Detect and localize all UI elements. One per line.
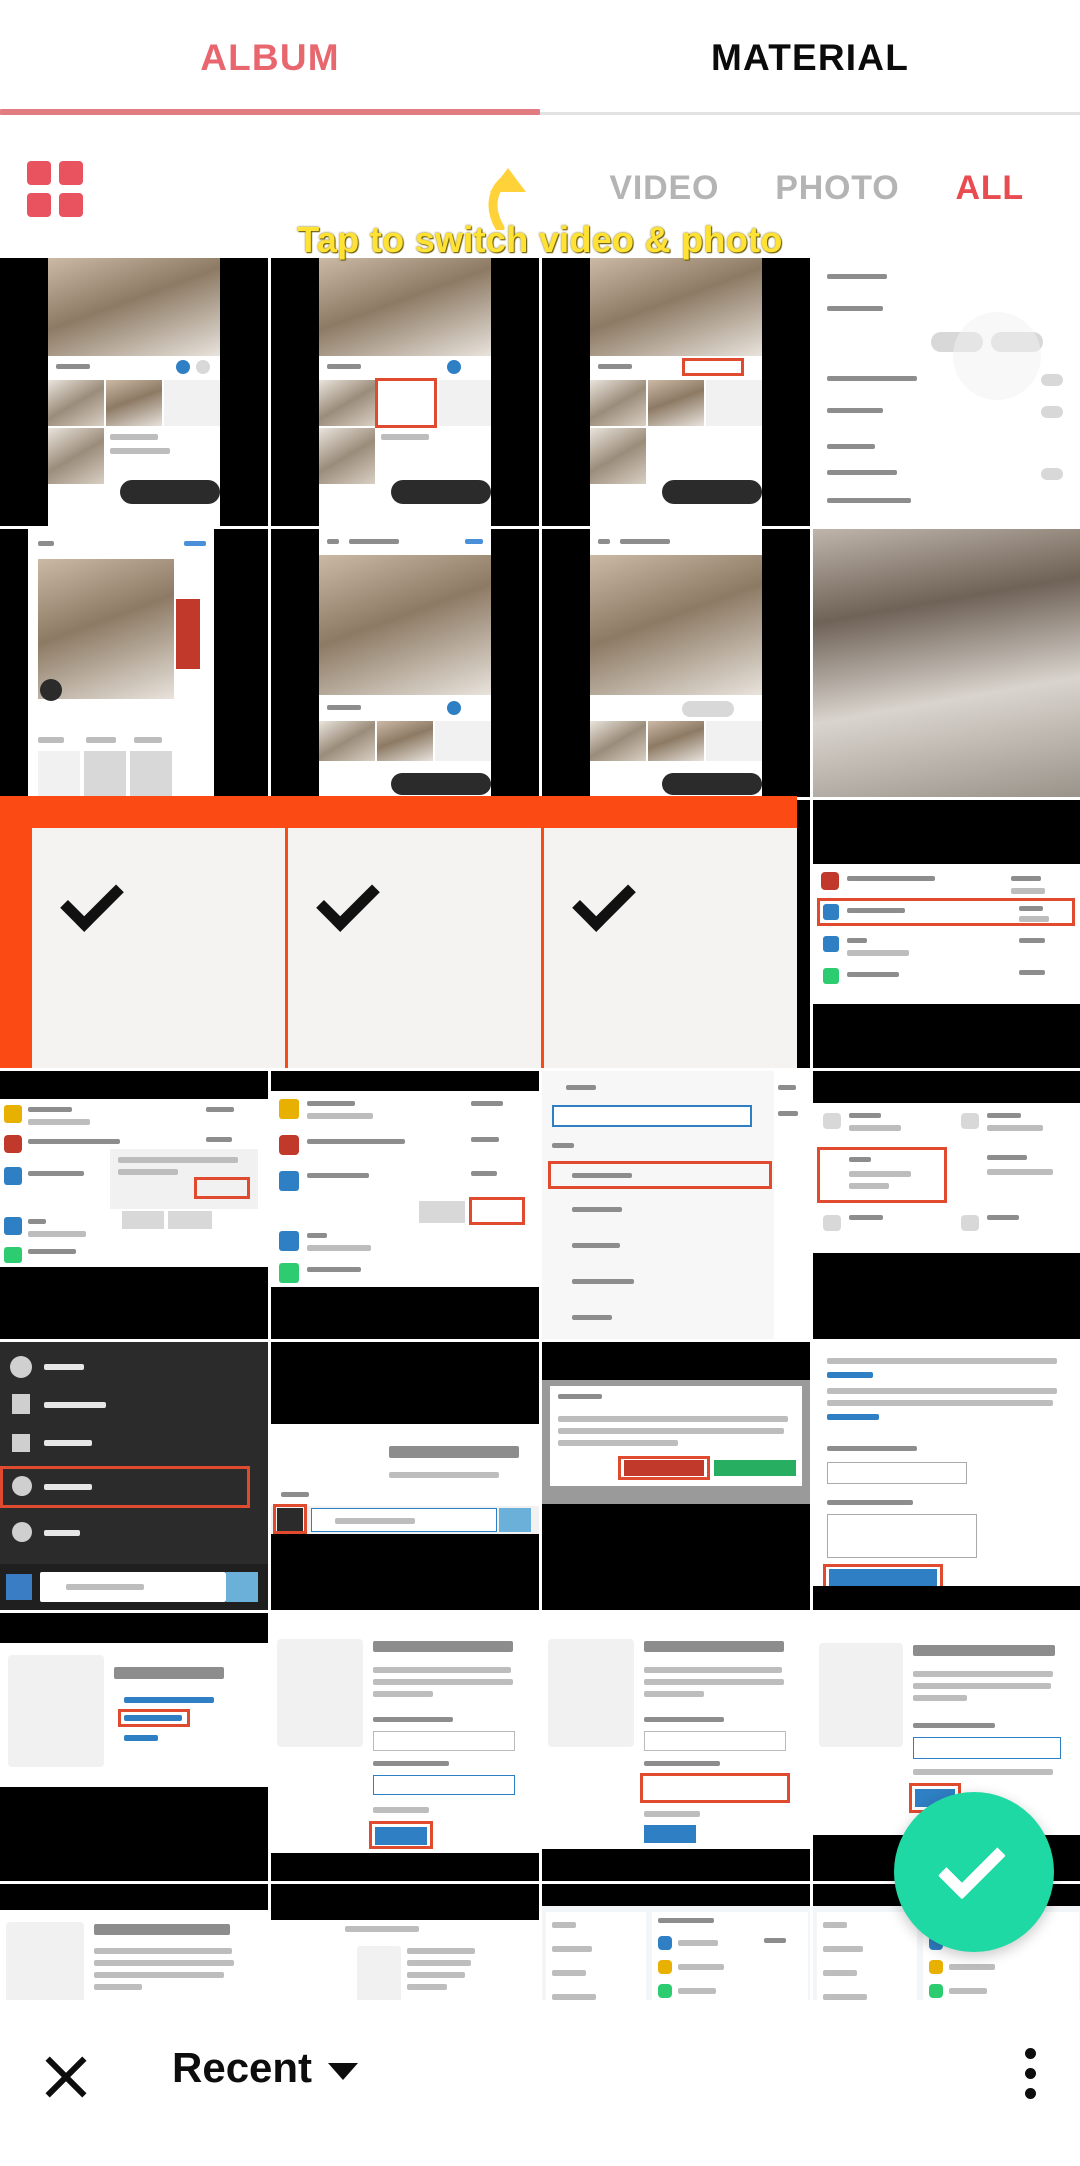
thumbnail-image bbox=[288, 828, 541, 1068]
media-cell[interactable] bbox=[542, 1342, 810, 1610]
tab-album-label: ALBUM bbox=[200, 36, 340, 78]
media-cell[interactable] bbox=[542, 1071, 810, 1339]
kebab-dot-2 bbox=[1025, 2068, 1036, 2079]
grid-cell-3 bbox=[27, 193, 51, 217]
grid-row bbox=[0, 1071, 1080, 1339]
grid-row bbox=[0, 529, 1080, 797]
selected-thumbnail[interactable] bbox=[288, 828, 541, 1068]
thumbnail-image bbox=[544, 828, 797, 1068]
grid-view-icon[interactable] bbox=[27, 161, 83, 217]
confirm-selection-fab[interactable] bbox=[894, 1792, 1054, 1952]
top-tab-bar: ALBUM MATERIAL bbox=[0, 0, 1080, 115]
folder-name-label: Recent bbox=[172, 2044, 313, 2091]
media-cell[interactable] bbox=[271, 1342, 539, 1610]
media-cell[interactable] bbox=[0, 1071, 268, 1339]
chevron-down-icon bbox=[328, 2062, 359, 2080]
media-cell[interactable] bbox=[542, 529, 810, 797]
media-cell[interactable] bbox=[813, 1342, 1080, 1610]
close-icon[interactable] bbox=[40, 2050, 92, 2102]
tab-material-label: MATERIAL bbox=[711, 36, 909, 78]
media-cell[interactable] bbox=[0, 1342, 268, 1610]
grid-row bbox=[0, 258, 1080, 526]
selected-thumbnail[interactable] bbox=[32, 828, 285, 1068]
kebab-dot-1 bbox=[1025, 2048, 1036, 2059]
filter-all[interactable]: ALL bbox=[928, 169, 1053, 208]
grid-row-selected bbox=[0, 796, 1080, 1068]
tab-active-underline bbox=[0, 109, 540, 115]
media-cell[interactable] bbox=[0, 258, 268, 526]
media-cell[interactable] bbox=[813, 800, 1080, 1068]
selected-thumbnail[interactable] bbox=[544, 828, 797, 1068]
media-cell[interactable] bbox=[271, 1613, 539, 1881]
thumbnail-image bbox=[32, 828, 285, 1068]
selection-highlight-frame bbox=[0, 796, 797, 1068]
filter-photo[interactable]: PHOTO bbox=[747, 169, 927, 208]
media-cell[interactable] bbox=[542, 258, 810, 526]
grid-cell-1 bbox=[27, 161, 51, 185]
media-cell[interactable] bbox=[813, 258, 1080, 526]
folder-selector[interactable]: Recent bbox=[172, 2044, 359, 2092]
tab-album[interactable]: ALBUM bbox=[0, 0, 540, 115]
media-cell[interactable] bbox=[271, 258, 539, 526]
media-cell[interactable] bbox=[542, 1613, 810, 1881]
more-vertical-icon[interactable] bbox=[1025, 2048, 1036, 2099]
media-cell[interactable] bbox=[813, 1071, 1080, 1339]
media-cell[interactable] bbox=[271, 529, 539, 797]
grid-row bbox=[0, 1342, 1080, 1610]
filter-video[interactable]: VIDEO bbox=[581, 169, 747, 208]
grid-cell-2 bbox=[59, 161, 83, 185]
tab-material[interactable]: MATERIAL bbox=[540, 0, 1080, 115]
media-cell[interactable] bbox=[0, 529, 268, 797]
selected-thumbnails bbox=[32, 828, 797, 1068]
photo-picker-screen: ALBUM MATERIAL VIDEO PHOTO ALL Tap to sw… bbox=[0, 0, 1080, 2166]
check-icon bbox=[937, 1831, 1006, 1900]
grid-cell-4 bbox=[59, 193, 83, 217]
media-cell[interactable] bbox=[813, 529, 1080, 797]
media-cell[interactable] bbox=[0, 1613, 268, 1881]
hint-tooltip-text: Tap to switch video & photo bbox=[297, 219, 783, 260]
kebab-dot-3 bbox=[1025, 2088, 1036, 2099]
bottom-toolbar: Recent bbox=[0, 2000, 1080, 2166]
media-cell[interactable] bbox=[271, 1071, 539, 1339]
